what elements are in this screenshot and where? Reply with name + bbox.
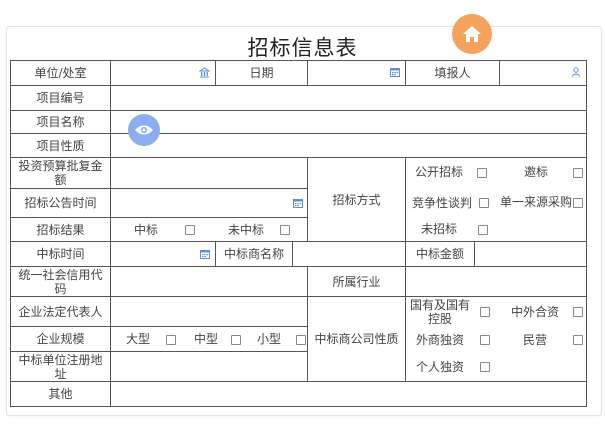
tender-result-label: 招标结果 — [36, 222, 85, 237]
option-foreign: 外商独资 — [415, 333, 464, 347]
project-nature-field[interactable] — [111, 134, 586, 157]
scale-label: 企业规模 — [36, 332, 85, 346]
won-checkbox[interactable] — [185, 225, 195, 235]
project-name-label: 项目名称 — [36, 115, 85, 129]
other-label: 其他 — [48, 387, 73, 401]
announce-time-field[interactable] — [111, 189, 307, 217]
other-field[interactable] — [111, 382, 586, 406]
option-sino-foreign: 中外合资 — [510, 305, 559, 319]
announce-time-label: 招标公告时间 — [24, 196, 97, 210]
invite-checkbox[interactable] — [573, 168, 583, 178]
option-no-tender: 未招标 — [420, 222, 457, 236]
credit-code-field[interactable] — [111, 267, 307, 296]
small-checkbox[interactable] — [296, 335, 306, 345]
option-medium: 中型 — [193, 332, 218, 346]
calendar-icon — [390, 68, 400, 77]
project-nature-label: 项目性质 — [36, 138, 85, 153]
building-icon — [199, 67, 210, 78]
option-invite: 邀标 — [523, 165, 548, 179]
option-single-source: 单一来源采购 — [500, 195, 573, 209]
individual-checkbox[interactable] — [480, 362, 490, 372]
single-source-checkbox[interactable] — [573, 198, 583, 208]
eye-button[interactable] — [128, 114, 160, 146]
option-small: 小型 — [256, 332, 281, 346]
win-amount-label: 中标金额 — [415, 247, 464, 261]
person-icon — [571, 67, 581, 77]
project-no-label: 项目编号 — [36, 91, 85, 105]
budget-amount-label: 投资预算批复金额 — [18, 159, 103, 187]
state-owned-checkbox[interactable] — [480, 307, 490, 317]
filler-label: 填报人 — [434, 66, 471, 80]
no-tender-checkbox[interactable] — [478, 225, 488, 235]
competitive-checkbox[interactable] — [479, 198, 489, 208]
private-checkbox[interactable] — [573, 335, 583, 345]
option-open-tender: 公开招标 — [414, 165, 463, 179]
foreign-checkbox[interactable] — [480, 335, 490, 345]
option-state-owned: 国有及国有控股 — [409, 297, 470, 326]
calendar-icon — [200, 250, 210, 259]
option-competitive: 竞争性谈判 — [411, 196, 472, 210]
legal-rep-field[interactable] — [111, 297, 307, 326]
winner-name-label: 中标商名称 — [223, 247, 284, 261]
winner-name-field[interactable] — [293, 242, 405, 266]
date-label: 日期 — [249, 66, 274, 80]
industry-field[interactable] — [406, 267, 586, 296]
project-no-field[interactable] — [111, 86, 586, 110]
option-not-won: 未中标 — [227, 223, 264, 237]
open-tender-checkbox[interactable] — [477, 168, 487, 178]
industry-label: 所属行业 — [332, 274, 381, 289]
calendar-icon — [293, 199, 303, 208]
option-won: 中标 — [133, 223, 158, 237]
option-large: 大型 — [125, 332, 150, 346]
project-name-field[interactable] — [111, 111, 586, 133]
sino-foreign-checkbox[interactable] — [573, 307, 583, 317]
option-private: 民营 — [522, 333, 547, 347]
legal-rep-label: 企业法定代表人 — [18, 304, 103, 319]
credit-code-label: 统一社会信用代码 — [18, 267, 103, 296]
budget-amount-field[interactable] — [111, 158, 307, 188]
tender-method-label: 招标方式 — [332, 192, 381, 207]
medium-checkbox[interactable] — [231, 335, 241, 345]
win-time-label: 中标时间 — [36, 247, 85, 261]
not-won-checkbox[interactable] — [280, 225, 290, 235]
eye-icon — [135, 125, 153, 135]
large-checkbox[interactable] — [166, 335, 176, 345]
reg-address-label: 中标单位注册地址 — [18, 352, 103, 381]
win-amount-field[interactable] — [475, 242, 586, 266]
option-individual: 个人独资 — [415, 360, 464, 374]
reg-address-field[interactable] — [111, 352, 307, 381]
unit-dept-label: 单位/处室 — [34, 66, 87, 80]
company-nature-label: 中标商公司性质 — [314, 332, 399, 346]
